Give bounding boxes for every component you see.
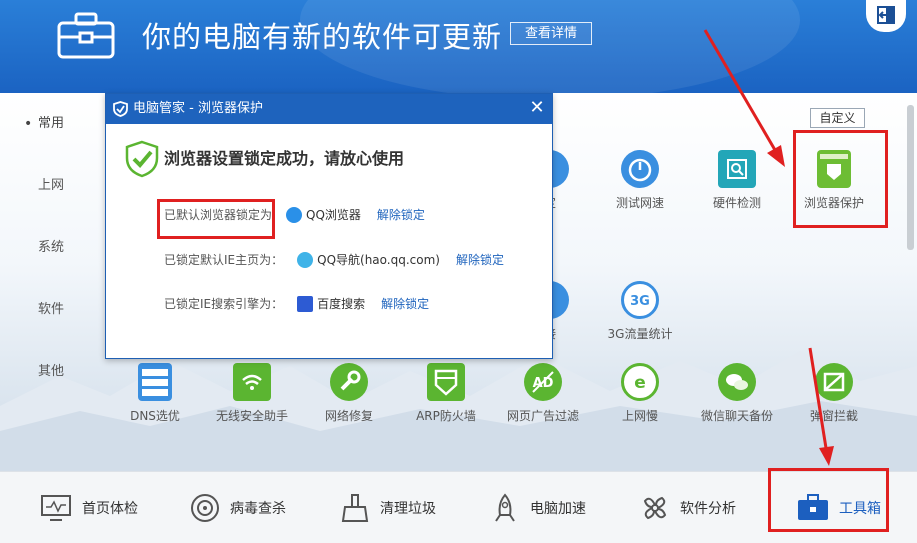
default-homepage-row: 已锁定默认IE主页为： QQ导航(hao.qq.com) 解除锁定 <box>164 251 504 268</box>
row-label: 已锁定默认IE主页为： <box>164 253 284 267</box>
close-icon: ✕ <box>529 97 545 118</box>
highlight-default-browser <box>157 199 275 239</box>
highlight-toolbox <box>768 468 889 532</box>
search-engine-row: 已锁定IE搜索引擎为： 百度搜索 解除锁定 <box>164 295 430 312</box>
nav-software-analysis[interactable]: 软件分析 <box>640 492 736 524</box>
unlock-homepage-link[interactable]: 解除锁定 <box>456 251 504 268</box>
dialog-titlebar: 电脑管家 - 浏览器保护 ✕ <box>106 94 552 124</box>
baidu-icon <box>297 295 314 312</box>
qq-nav-icon <box>297 251 314 268</box>
success-shield-icon <box>125 140 159 178</box>
qq-browser-icon <box>286 206 303 223</box>
bottom-nav: 首页体检 病毒查杀 清理垃圾 电脑加速 软件分析 工具箱 <box>0 468 917 543</box>
nav-clean-junk[interactable]: 清理垃圾 <box>340 492 436 524</box>
row-label: 已锁定IE搜索引擎为： <box>164 297 284 311</box>
broom-icon <box>341 494 369 522</box>
nav-home-checkup[interactable]: 首页体检 <box>40 492 138 524</box>
fan-icon <box>643 496 667 520</box>
monitor-icon <box>41 495 71 521</box>
nav-virus-scan[interactable]: 病毒查杀 <box>190 492 286 524</box>
unlock-browser-link[interactable]: 解除锁定 <box>377 206 425 223</box>
unlock-search-link[interactable]: 解除锁定 <box>381 295 429 312</box>
shield-icon <box>113 101 128 117</box>
rocket-icon <box>495 493 515 522</box>
dialog-headline: 浏览器设置锁定成功，请放心使用 <box>164 149 405 168</box>
browser-protect-dialog: 电脑管家 - 浏览器保护 ✕ 浏览器设置锁定成功，请放心使用 已默认浏览器锁定为… <box>105 93 553 359</box>
nav-speed-up[interactable]: 电脑加速 <box>490 492 586 524</box>
target-icon <box>191 494 219 522</box>
dialog-close-button[interactable]: ✕ <box>522 94 552 124</box>
